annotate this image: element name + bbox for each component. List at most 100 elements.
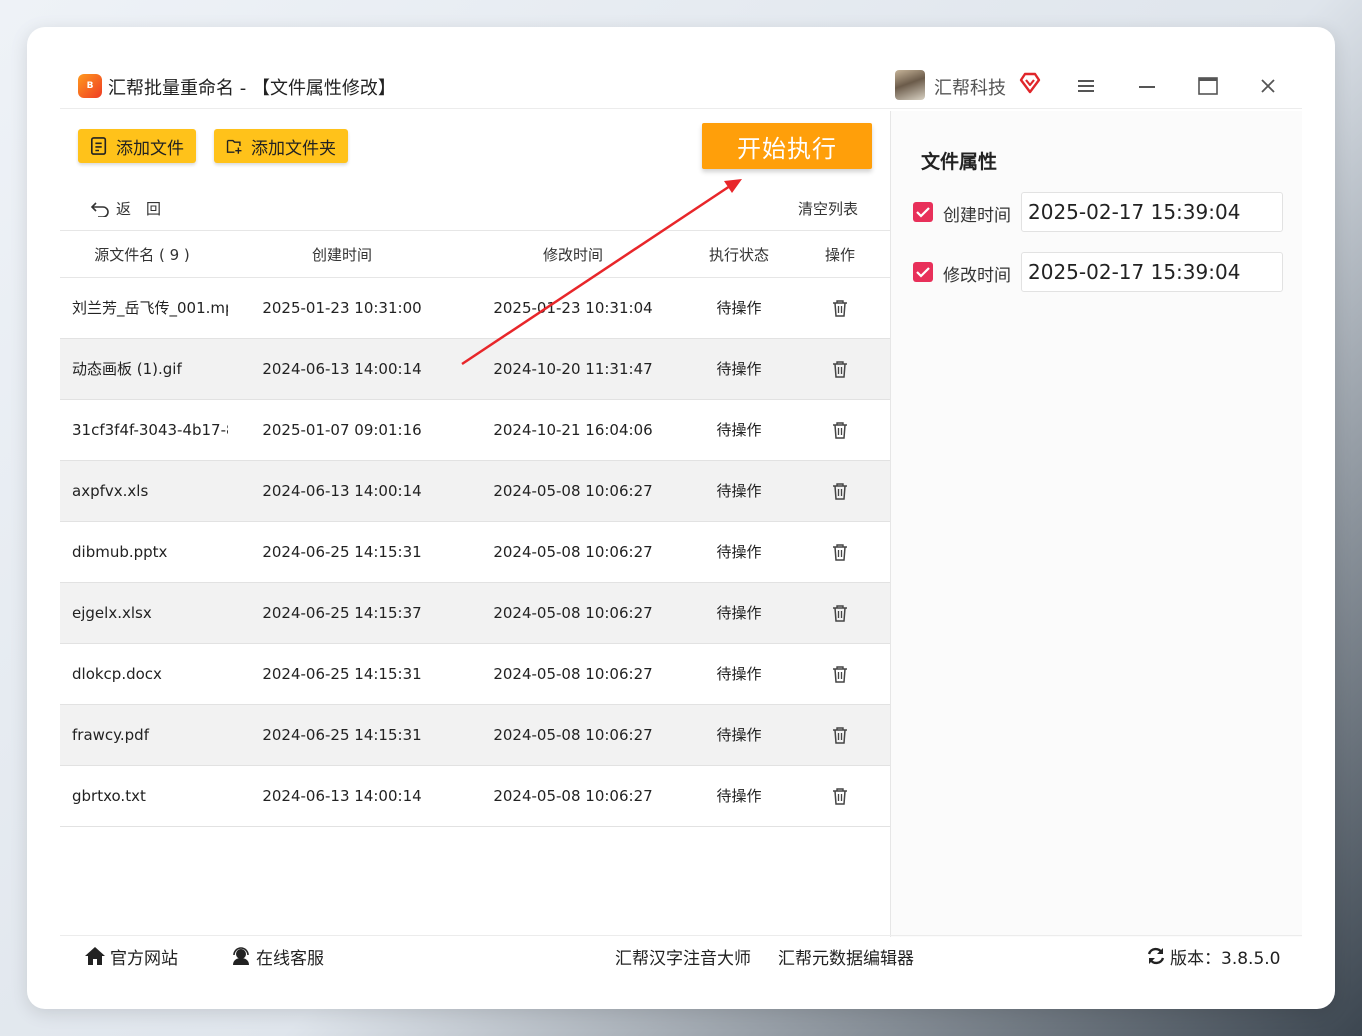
table-row[interactable]: axpfvx.xls 2024-06-13 14:00:14 2024-05-08 … <box>60 461 890 522</box>
refresh-icon <box>1147 947 1165 965</box>
delete-row-button[interactable] <box>820 461 860 521</box>
delete-row-button[interactable] <box>820 766 860 826</box>
maximize-icon[interactable] <box>1193 71 1223 101</box>
created-time-label: 创建时间 <box>943 206 1011 226</box>
header-created: 创建时间 <box>311 246 372 264</box>
file-table: 源文件名 ( 9 ) 创建时间 修改时间 执行状态 操作 刘兰芳_岳飞传_001… <box>60 230 890 827</box>
table-row[interactable]: gbrtxo.txt 2024-06-13 14:00:14 2024-05-08 … <box>60 766 890 827</box>
add-file-button[interactable]: 添加文件 <box>78 129 196 163</box>
table-row[interactable]: 刘兰芳_岳飞传_001.mp3 2025-01-23 10:31:00 2025-0… <box>60 278 890 339</box>
modified-time-cell: 2024-05-08 10:06:27 <box>493 726 653 744</box>
table-row[interactable]: 31cf3f4f-3043-4b17-8 2025-01-07 09:01:16 2… <box>60 400 890 461</box>
footer-divider <box>60 935 1302 936</box>
company-name: 汇帮科技 <box>934 78 1006 99</box>
start-label: 开始执行 <box>737 134 837 163</box>
pinyin-app-link[interactable]: 汇帮汉字注音大师 <box>615 944 751 969</box>
check-icon <box>916 267 930 278</box>
file-name-cell: axpfvx.xls <box>72 482 149 500</box>
created-time-cell: 2024-06-13 14:00:14 <box>262 787 422 805</box>
app-title: 汇帮批量重命名 - 【文件属性修改】 <box>108 78 396 99</box>
titlebar-divider <box>60 108 1302 109</box>
created-time-input[interactable] <box>1021 192 1283 232</box>
check-icon <box>916 207 930 218</box>
delete-row-button[interactable] <box>820 705 860 765</box>
document-icon <box>90 137 107 155</box>
file-name-cell: dlokcp.docx <box>72 665 162 683</box>
table-row[interactable]: dibmub.pptx 2024-06-25 14:15:31 2024-05-08… <box>60 522 890 583</box>
file-name-cell: frawcy.pdf <box>72 726 149 744</box>
status-cell: 待操作 <box>716 665 762 683</box>
header-status: 执行状态 <box>708 246 769 264</box>
version-info[interactable]: 版本：3.8.5.0 <box>1146 944 1281 969</box>
back-arrow-icon <box>90 201 109 217</box>
modified-time-input[interactable] <box>1021 252 1283 292</box>
status-cell: 待操作 <box>716 726 762 744</box>
add-folder-label: 添加文件夹 <box>251 138 336 159</box>
online-support-link[interactable]: 在线客服 <box>230 944 324 969</box>
modified-time-cell: 2024-10-21 16:04:06 <box>493 421 653 439</box>
avatar[interactable] <box>895 70 925 100</box>
official-website-link[interactable]: 官方网站 <box>84 944 178 969</box>
file-name-cell: 动态画板 (1).gif <box>72 360 182 378</box>
app-window: B 汇帮批量重命名 - 【文件属性修改】 汇帮科技 添加文件 添加文件夹 开始执… <box>60 62 1302 987</box>
file-name-cell: gbrtxo.txt <box>72 787 146 805</box>
trash-icon <box>833 300 847 317</box>
trash-icon <box>833 422 847 439</box>
created-time-checkbox[interactable] <box>913 202 933 222</box>
properties-panel: 文件属性 创建时间 修改时间 <box>890 111 1302 937</box>
clear-list-button[interactable]: 清空列表 <box>798 198 858 219</box>
delete-row-button[interactable] <box>820 583 860 643</box>
metadata-editor-link[interactable]: 汇帮元数据编辑器 <box>778 944 914 969</box>
created-time-cell: 2024-06-13 14:00:14 <box>262 360 422 378</box>
trash-icon <box>833 788 847 805</box>
back-button[interactable]: 返 回 <box>90 198 161 219</box>
delete-row-button[interactable] <box>820 522 860 582</box>
table-row[interactable]: dlokcp.docx 2024-06-25 14:15:31 2024-05-08… <box>60 644 890 705</box>
status-cell: 待操作 <box>716 543 762 561</box>
close-icon[interactable] <box>1253 71 1283 101</box>
back-label: 返 回 <box>116 200 162 218</box>
delete-row-button[interactable] <box>820 400 860 460</box>
trash-icon <box>833 483 847 500</box>
status-cell: 待操作 <box>716 360 762 378</box>
trash-icon <box>833 544 847 561</box>
status-cell: 待操作 <box>716 604 762 622</box>
delete-row-button[interactable] <box>820 278 860 338</box>
modified-time-cell: 2025-01-23 10:31:04 <box>493 299 653 317</box>
table-row[interactable]: 动态画板 (1).gif 2024-06-13 14:00:14 2024-10-2… <box>60 339 890 400</box>
vip-diamond-icon[interactable] <box>1018 71 1042 95</box>
start-button[interactable]: 开始执行 <box>702 123 872 169</box>
add-file-label: 添加文件 <box>116 138 184 159</box>
file-name-cell: 31cf3f4f-3043-4b17-8 <box>72 421 228 439</box>
modified-time-cell: 2024-05-08 10:06:27 <box>493 604 653 622</box>
file-name-cell: dibmub.pptx <box>72 543 168 561</box>
add-folder-button[interactable]: 添加文件夹 <box>214 129 348 163</box>
file-name-cell: ejgelx.xlsx <box>72 604 152 622</box>
created-time-cell: 2024-06-25 14:15:31 <box>262 726 422 744</box>
modified-time-cell: 2024-10-20 11:31:47 <box>493 360 653 378</box>
table-header: 源文件名 ( 9 ) 创建时间 修改时间 执行状态 操作 <box>60 230 890 278</box>
created-time-cell: 2025-01-23 10:31:00 <box>262 299 422 317</box>
online-support-label: 在线客服 <box>256 948 324 969</box>
minimize-icon[interactable] <box>1132 71 1162 101</box>
trash-icon <box>833 666 847 683</box>
modified-time-label: 修改时间 <box>943 266 1011 286</box>
header-name: 源文件名 ( 9 ) <box>94 246 190 264</box>
status-cell: 待操作 <box>716 482 762 500</box>
menu-icon[interactable] <box>1071 71 1101 101</box>
delete-row-button[interactable] <box>820 339 860 399</box>
modified-time-property: 修改时间 <box>913 252 1285 292</box>
delete-row-button[interactable] <box>820 644 860 704</box>
created-time-cell: 2025-01-07 09:01:16 <box>262 421 422 439</box>
version-label: 版本：3.8.5.0 <box>1170 948 1281 969</box>
table-row[interactable]: ejgelx.xlsx 2024-06-25 14:15:37 2024-05-08… <box>60 583 890 644</box>
header-op: 操作 <box>824 246 855 264</box>
modified-time-cell: 2024-05-08 10:06:27 <box>493 482 653 500</box>
folder-add-icon <box>226 139 242 154</box>
created-time-cell: 2024-06-25 14:15:31 <box>262 543 422 561</box>
table-row[interactable]: frawcy.pdf 2024-06-25 14:15:31 2024-05-08 … <box>60 705 890 766</box>
trash-icon <box>833 605 847 622</box>
modified-time-checkbox[interactable] <box>913 262 933 282</box>
panel-title: 文件属性 <box>921 151 998 173</box>
created-time-cell: 2024-06-25 14:15:37 <box>262 604 422 622</box>
